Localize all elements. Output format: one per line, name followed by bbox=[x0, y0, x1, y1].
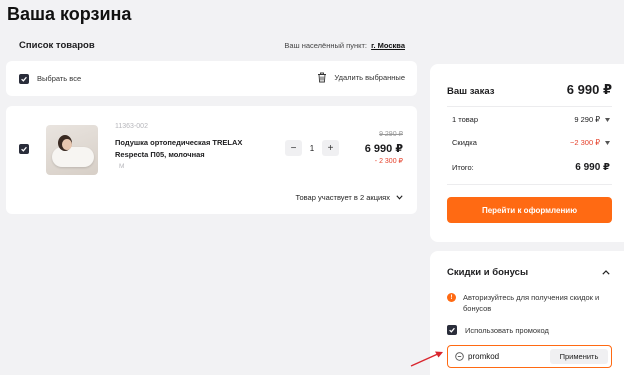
product-name-link[interactable]: Подушка ортопедическая TRELAX Respecta П… bbox=[115, 137, 275, 161]
item-checkbox[interactable] bbox=[19, 144, 29, 154]
list-title: Список товаров bbox=[19, 40, 95, 51]
annotation-arrow bbox=[410, 351, 443, 367]
auth-notice: ! Авторизуйтесь для получения скидок и б… bbox=[447, 292, 614, 314]
cart-item: 11363-002 Подушка ортопедическая TRELAX … bbox=[6, 106, 417, 214]
total-value: 6 990 ₽ bbox=[575, 162, 610, 173]
order-total: 6 990 ₽ bbox=[566, 82, 612, 97]
product-sku: 11363-002 bbox=[115, 123, 148, 130]
checkout-button[interactable]: Перейти к оформлению bbox=[447, 197, 612, 223]
info-icon: ! bbox=[447, 293, 456, 302]
summary-row-discount: Скидка −2 300 ₽ bbox=[452, 138, 610, 147]
item-discount: - 2 300 ₽ bbox=[374, 158, 403, 165]
page-title: Ваша корзина bbox=[7, 4, 132, 24]
locality-label: Ваш населённый пункт: bbox=[284, 41, 368, 50]
order-title: Ваш заказ bbox=[447, 86, 495, 97]
list-header: Список товаров Ваш населённый пункт: г. … bbox=[19, 40, 405, 51]
delete-selected-button[interactable]: Удалить выбранные bbox=[317, 72, 405, 83]
discounts-bonuses-panel: Скидки и бонусы ! Авторизуйтесь для полу… bbox=[430, 251, 624, 375]
use-promo-label: Использовать промокод bbox=[465, 325, 549, 335]
select-all-checkbox[interactable] bbox=[19, 74, 29, 84]
check-icon bbox=[21, 146, 27, 152]
select-all-bar: Выбрать все Удалить выбранные bbox=[6, 61, 417, 96]
summary-row-items: 1 товар 9 290 ₽ bbox=[452, 115, 610, 124]
bonus-header[interactable]: Скидки и бонусы bbox=[447, 267, 610, 278]
order-summary: Ваш заказ 6 990 ₽ 1 товар 9 290 ₽ Скидка… bbox=[430, 64, 624, 242]
divider bbox=[447, 106, 612, 107]
use-promo-toggle[interactable]: Использовать промокод bbox=[447, 325, 549, 335]
decrease-quantity-button[interactable]: − bbox=[285, 140, 302, 156]
use-promo-checkbox[interactable] bbox=[447, 325, 457, 335]
increase-quantity-button[interactable]: + bbox=[322, 140, 339, 156]
delete-selected-label: Удалить выбранные bbox=[334, 73, 405, 82]
promo-code-input[interactable] bbox=[468, 352, 558, 361]
locality-link[interactable]: г. Москва bbox=[371, 41, 405, 50]
summary-row-total: Итого: 6 990 ₽ bbox=[452, 162, 610, 173]
check-icon bbox=[449, 327, 455, 333]
product-image[interactable] bbox=[46, 125, 98, 175]
chevron-down-icon bbox=[396, 195, 403, 200]
divider bbox=[447, 184, 612, 185]
chevron-up-icon bbox=[602, 270, 610, 275]
bonus-title: Скидки и бонусы bbox=[447, 267, 529, 278]
check-icon bbox=[21, 76, 27, 82]
price-block: 9 290 ₽ 6 990 ₽ - 2 300 ₽ bbox=[365, 130, 403, 165]
auth-link[interactable]: Авторизуйтесь для получения скидок и бон… bbox=[463, 292, 614, 314]
chevron-down-icon[interactable] bbox=[605, 140, 610, 145]
items-count-label: 1 товар bbox=[452, 115, 479, 124]
promo-field: Применить bbox=[447, 345, 612, 368]
promo-icon bbox=[455, 352, 464, 361]
quantity-value: 1 bbox=[309, 143, 315, 153]
discount-label: Скидка bbox=[452, 138, 477, 147]
current-price: 6 990 ₽ bbox=[364, 143, 403, 155]
discount-value: −2 300 ₽ bbox=[569, 138, 600, 147]
items-subtotal: 9 290 ₽ bbox=[574, 115, 600, 124]
total-label: Итого: bbox=[452, 163, 474, 172]
quantity-stepper: − 1 + bbox=[285, 140, 339, 156]
size-badge: M bbox=[119, 163, 125, 170]
select-all-label: Выбрать все bbox=[37, 74, 82, 83]
order-header: Ваш заказ 6 990 ₽ bbox=[447, 82, 612, 98]
old-price: 9 290 ₽ bbox=[379, 131, 403, 138]
promos-label: Товар участвует в 2 акциях bbox=[295, 193, 390, 202]
trash-icon bbox=[317, 72, 327, 83]
promos-toggle[interactable]: Товар участвует в 2 акциях bbox=[295, 193, 403, 202]
chevron-down-icon[interactable] bbox=[605, 117, 610, 122]
locality: Ваш населённый пункт: г. Москва bbox=[284, 41, 405, 50]
apply-promo-button[interactable]: Применить bbox=[550, 349, 608, 364]
